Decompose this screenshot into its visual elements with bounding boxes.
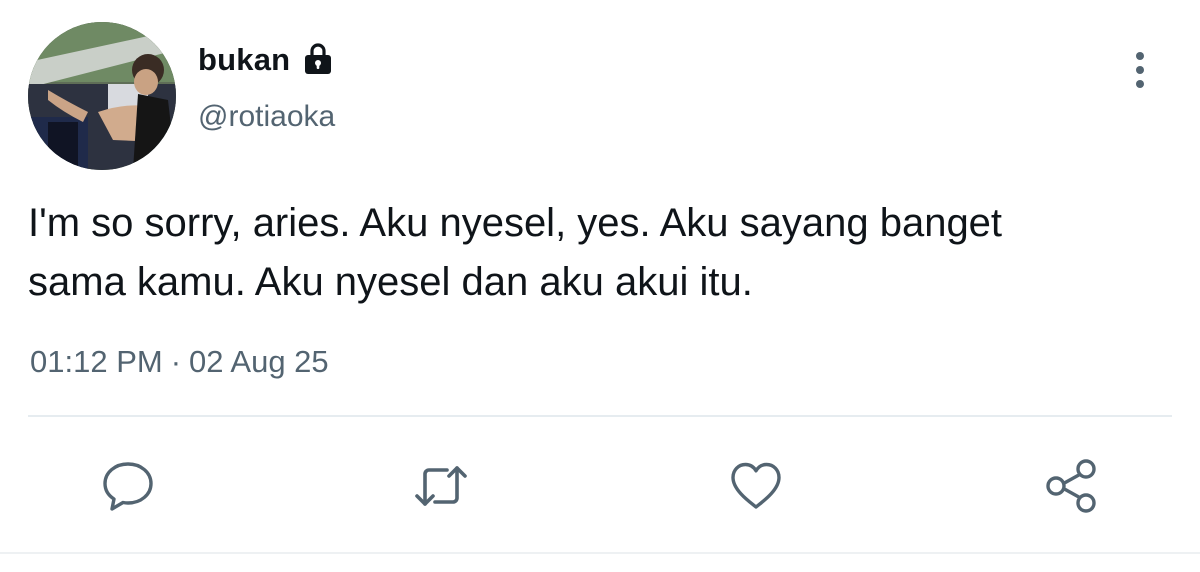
tweet-time: 01:12 PM xyxy=(30,344,163,379)
divider xyxy=(28,415,1172,417)
timestamp-separator: · xyxy=(170,344,182,379)
tweet-text: I'm so sorry, aries. Aku nyesel, yes. Ak… xyxy=(28,201,1003,304)
more-options-button[interactable] xyxy=(1122,50,1158,90)
retweet-arrows-icon xyxy=(415,466,467,506)
display-name[interactable]: bukan xyxy=(198,42,290,78)
bottom-divider xyxy=(0,552,1200,554)
avatar-photo xyxy=(28,22,176,170)
lock-icon xyxy=(300,42,336,78)
retweet-button[interactable] xyxy=(411,456,471,516)
heart-icon xyxy=(731,462,781,509)
author-name-row: bukan xyxy=(198,40,336,80)
share-button[interactable] xyxy=(1042,456,1102,516)
tweet-date: 02 Aug 25 xyxy=(189,344,329,379)
like-button[interactable] xyxy=(726,456,786,516)
timestamp[interactable]: 01:12 PM · 02 Aug 25 xyxy=(30,344,329,380)
vertical-dots-icon xyxy=(1136,52,1144,88)
avatar[interactable] xyxy=(28,22,176,170)
reply-button[interactable] xyxy=(98,456,158,516)
tweet-card: bukan @rotiaoka I'm so sorry, aries. Aku… xyxy=(0,0,1200,572)
speech-bubble-icon xyxy=(103,462,153,511)
handle[interactable]: @rotiaoka xyxy=(198,100,335,134)
share-nodes-icon xyxy=(1046,459,1096,513)
